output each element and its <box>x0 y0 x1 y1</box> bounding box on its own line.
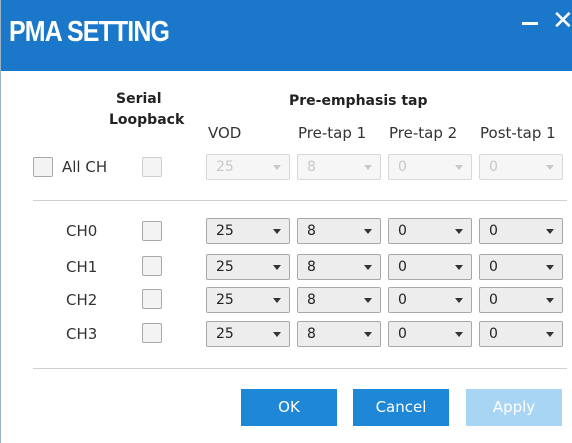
chevron-down-icon <box>546 298 554 303</box>
ch3-vod-select[interactable]: 25 <box>206 321 290 347</box>
ch3-pre-tap2-value: 0 <box>398 326 407 342</box>
ch3-post-tap1-select[interactable]: 0 <box>479 321 563 347</box>
ch2-pre-tap1-select[interactable]: 8 <box>297 287 381 313</box>
ch3-pre-tap1-select[interactable]: 8 <box>297 321 381 347</box>
all-ch-pre-tap1-select[interactable]: 8 <box>297 154 381 180</box>
all-ch-loopback-checkbox[interactable] <box>142 157 162 177</box>
ch0-loopback-checkbox[interactable] <box>142 221 162 241</box>
all-ch-pre-tap2-value: 0 <box>398 159 407 175</box>
all-ch-label: All CH <box>62 158 108 176</box>
chevron-down-icon <box>273 332 281 337</box>
all-ch-vod-value: 25 <box>216 159 234 175</box>
chevron-down-icon <box>455 165 463 170</box>
ch1-loopback-checkbox[interactable] <box>142 256 162 276</box>
ch1-pre-tap2-select[interactable]: 0 <box>388 254 472 280</box>
apply-button[interactable]: Apply <box>466 389 562 426</box>
chevron-down-icon <box>273 229 281 234</box>
ch3-label: CH3 <box>66 325 98 343</box>
chevron-down-icon <box>364 332 372 337</box>
serial-loopback-header-line2: Loopback <box>109 112 185 128</box>
ch0-post-tap1-value: 0 <box>489 223 498 239</box>
close-icon[interactable]: ✕ <box>552 8 572 34</box>
ok-button[interactable]: OK <box>241 389 337 426</box>
ch0-pre-tap2-select[interactable]: 0 <box>388 218 472 244</box>
all-ch-post-tap1-select[interactable]: 0 <box>479 154 563 180</box>
all-ch-pre-tap2-select[interactable]: 0 <box>388 154 472 180</box>
ch2-pre-tap2-value: 0 <box>398 292 407 308</box>
ch0-pre-tap2-value: 0 <box>398 223 407 239</box>
chevron-down-icon <box>455 332 463 337</box>
ch0-vod-value: 25 <box>216 223 234 239</box>
ch1-label: CH1 <box>66 258 98 276</box>
pre-emphasis-header: Pre-emphasis tap <box>289 93 428 109</box>
all-ch-vod-select[interactable]: 25 <box>206 154 290 180</box>
ch3-vod-value: 25 <box>216 326 234 342</box>
ch1-vod-select[interactable]: 25 <box>206 254 290 280</box>
ch2-post-tap1-select[interactable]: 0 <box>479 287 563 313</box>
ch1-post-tap1-value: 0 <box>489 259 498 275</box>
ch2-post-tap1-value: 0 <box>489 292 498 308</box>
chevron-down-icon <box>273 165 281 170</box>
chevron-down-icon <box>546 265 554 270</box>
ch0-post-tap1-select[interactable]: 0 <box>479 218 563 244</box>
chevron-down-icon <box>364 229 372 234</box>
ch0-pre-tap1-value: 8 <box>307 223 316 239</box>
chevron-down-icon <box>273 298 281 303</box>
ch2-pre-tap1-value: 8 <box>307 292 316 308</box>
all-ch-checkbox[interactable] <box>33 157 53 177</box>
title-bar: PMA SETTING ✕ <box>1 0 572 71</box>
ch2-pre-tap2-select[interactable]: 0 <box>388 287 472 313</box>
chevron-down-icon <box>273 265 281 270</box>
ch3-pre-tap1-value: 8 <box>307 326 316 342</box>
divider-bottom <box>33 368 567 369</box>
ch3-loopback-checkbox[interactable] <box>142 323 162 343</box>
ch0-pre-tap1-select[interactable]: 8 <box>297 218 381 244</box>
divider-top <box>33 200 567 201</box>
cancel-button[interactable]: Cancel <box>353 389 449 426</box>
all-ch-post-tap1-value: 0 <box>489 159 498 175</box>
all-ch-pre-tap1-value: 8 <box>307 159 316 175</box>
chevron-down-icon <box>455 298 463 303</box>
ch1-pre-tap1-value: 8 <box>307 259 316 275</box>
ch2-loopback-checkbox[interactable] <box>142 289 162 309</box>
ch2-vod-value: 25 <box>216 292 234 308</box>
chevron-down-icon <box>455 229 463 234</box>
minimize-icon[interactable] <box>522 22 538 25</box>
chevron-down-icon <box>455 265 463 270</box>
pma-setting-dialog: PMA SETTING ✕ Serial Loopback Pre-emphas… <box>0 0 572 443</box>
pre-tap1-header: Pre-tap 1 <box>298 124 367 142</box>
chevron-down-icon <box>364 298 372 303</box>
serial-loopback-header-line1: Serial <box>116 91 162 107</box>
ch3-pre-tap2-select[interactable]: 0 <box>388 321 472 347</box>
chevron-down-icon <box>546 165 554 170</box>
ch3-post-tap1-value: 0 <box>489 326 498 342</box>
ch1-pre-tap2-value: 0 <box>398 259 407 275</box>
chevron-down-icon <box>546 332 554 337</box>
ch2-vod-select[interactable]: 25 <box>206 287 290 313</box>
dialog-title: PMA SETTING <box>9 16 170 48</box>
post-tap1-header: Post-tap 1 <box>480 124 556 142</box>
chevron-down-icon <box>546 229 554 234</box>
chevron-down-icon <box>364 165 372 170</box>
ch2-label: CH2 <box>66 291 98 309</box>
ch1-pre-tap1-select[interactable]: 8 <box>297 254 381 280</box>
chevron-down-icon <box>364 265 372 270</box>
ch1-post-tap1-select[interactable]: 0 <box>479 254 563 280</box>
pre-tap2-header: Pre-tap 2 <box>389 124 458 142</box>
ch0-label: CH0 <box>66 222 98 240</box>
ch1-vod-value: 25 <box>216 259 234 275</box>
vod-header: VOD <box>208 124 242 142</box>
ch0-vod-select[interactable]: 25 <box>206 218 290 244</box>
